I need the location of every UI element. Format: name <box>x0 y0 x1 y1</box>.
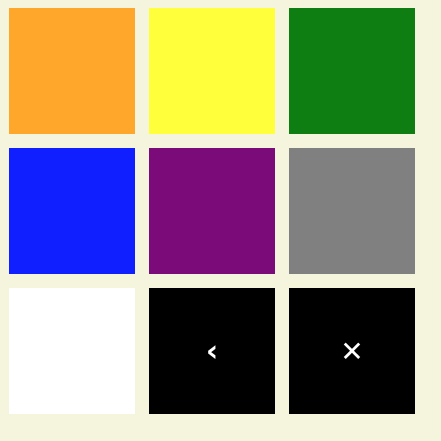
back-button[interactable]: ‹ <box>149 288 275 414</box>
swatch-white[interactable] <box>9 288 135 414</box>
chevron-left-icon: ‹ <box>205 334 219 369</box>
swatch-gray[interactable] <box>289 148 415 274</box>
swatch-purple[interactable] <box>149 148 275 274</box>
close-button[interactable]: ✕ <box>289 288 415 414</box>
swatch-blue[interactable] <box>9 148 135 274</box>
color-palette-grid: ‹ ✕ <box>0 0 441 441</box>
swatch-green[interactable] <box>289 8 415 134</box>
swatch-orange[interactable] <box>9 8 135 134</box>
close-icon: ✕ <box>340 335 364 368</box>
swatch-yellow[interactable] <box>149 8 275 134</box>
